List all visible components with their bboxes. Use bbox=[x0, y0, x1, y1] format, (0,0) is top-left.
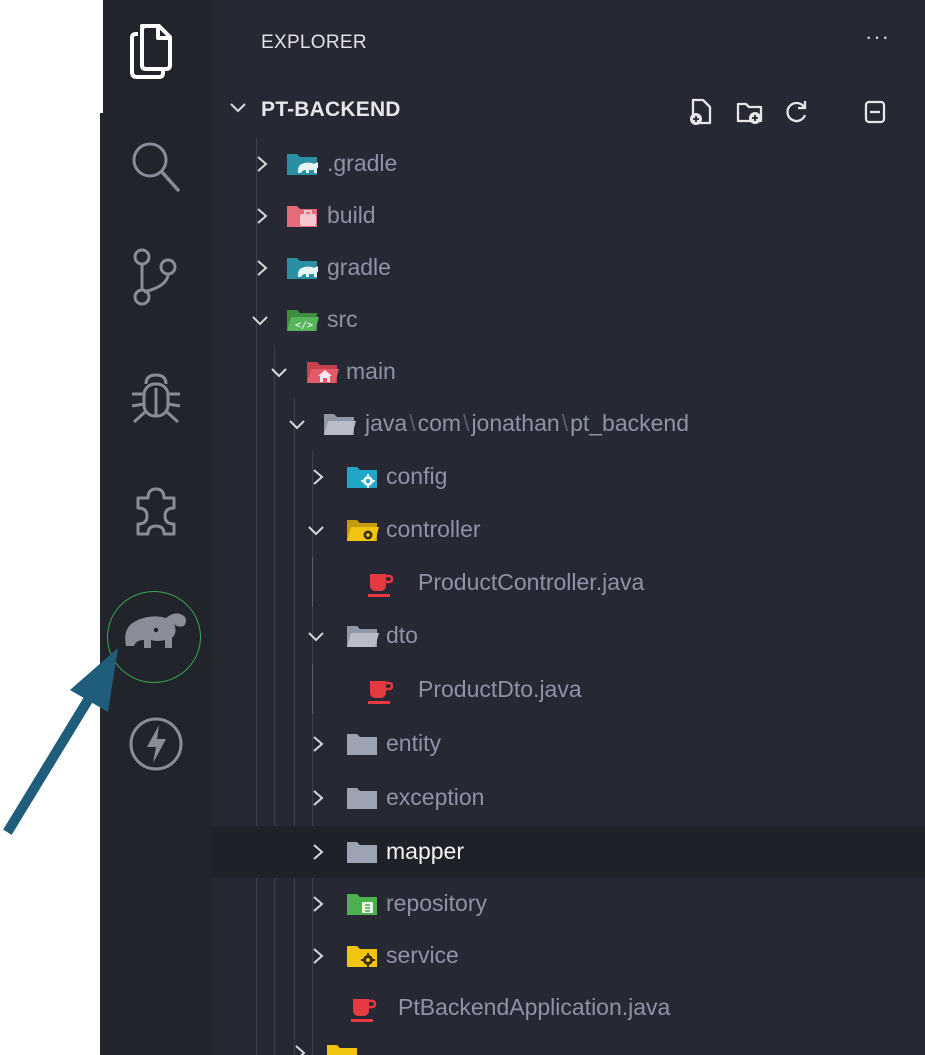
tree-item-repository[interactable]: repository bbox=[213, 878, 925, 930]
path-separator: \ bbox=[463, 410, 470, 436]
build-folder-icon bbox=[287, 206, 317, 227]
source-control-icon[interactable] bbox=[128, 245, 184, 311]
path-segment: pt_backend bbox=[570, 410, 690, 436]
java-icon bbox=[368, 574, 394, 597]
tree-item-service[interactable]: service bbox=[213, 930, 925, 982]
service-folder-icon bbox=[347, 946, 377, 967]
chevron-right-icon[interactable] bbox=[311, 735, 325, 753]
folder-icon bbox=[327, 1045, 357, 1055]
chevron-right-icon[interactable] bbox=[293, 1044, 307, 1055]
files-icon[interactable] bbox=[128, 20, 180, 82]
tree-item-gradle-cache[interactable]: .gradle bbox=[213, 138, 925, 190]
svg-text:</>: </> bbox=[295, 320, 313, 331]
chevron-right-icon[interactable] bbox=[255, 155, 269, 173]
tree-item-label: config bbox=[386, 463, 448, 489]
tree-item-config[interactable]: config bbox=[213, 451, 925, 503]
gradle-folder-icon bbox=[287, 258, 318, 279]
path-separator: \ bbox=[561, 410, 569, 436]
chevron-right-icon[interactable] bbox=[255, 207, 269, 225]
chevron-right-icon[interactable] bbox=[311, 947, 325, 965]
tree-item-controller[interactable]: controller bbox=[213, 504, 925, 556]
extensions-icon[interactable] bbox=[128, 484, 184, 540]
java-icon bbox=[368, 681, 394, 704]
tree-item-label: java\com\jonathan\pt_backend bbox=[365, 410, 689, 437]
chevron-right-icon[interactable] bbox=[311, 789, 325, 807]
chevron-down-icon[interactable] bbox=[251, 314, 269, 328]
folder-open-icon bbox=[347, 626, 379, 647]
tree-item-main[interactable]: main bbox=[213, 346, 925, 398]
chevron-right-icon[interactable] bbox=[311, 468, 325, 486]
src-folder-icon: </> bbox=[287, 310, 319, 331]
tree-item-build[interactable]: build bbox=[213, 190, 925, 242]
chevron-right-icon[interactable] bbox=[311, 895, 325, 913]
controller-folder-icon bbox=[347, 520, 379, 541]
tree-item-productcontroller[interactable]: ProductController.java bbox=[213, 557, 925, 609]
tree-item-label: src bbox=[327, 306, 358, 332]
path-segment: jonathan bbox=[471, 410, 560, 436]
home-folder-icon bbox=[307, 362, 339, 383]
tree-item-exception[interactable]: exception bbox=[213, 772, 925, 824]
chevron-down-icon[interactable] bbox=[307, 630, 325, 644]
tree-item-mapper[interactable]: mapper bbox=[213, 826, 925, 878]
tree-item-entity[interactable]: entity bbox=[213, 718, 925, 770]
chevron-down-icon[interactable] bbox=[288, 418, 306, 432]
tree-item-java-package[interactable]: java\com\jonathan\pt_backend bbox=[213, 398, 925, 450]
folder-open-icon bbox=[324, 414, 356, 435]
repository-folder-icon bbox=[347, 894, 377, 915]
java-icon bbox=[351, 999, 377, 1022]
new-file-icon[interactable] bbox=[688, 97, 714, 127]
tree-item-label: entity bbox=[386, 730, 441, 756]
path-segment: java bbox=[365, 410, 408, 436]
config-folder-icon bbox=[347, 467, 377, 488]
path-segment: com bbox=[417, 410, 462, 436]
bug-icon[interactable] bbox=[128, 370, 184, 428]
tree-item-label: .gradle bbox=[327, 150, 398, 176]
refresh-icon[interactable] bbox=[782, 97, 810, 127]
collapse-all-icon[interactable] bbox=[862, 97, 888, 127]
search-icon[interactable] bbox=[128, 138, 184, 194]
tree-item-label: mapper bbox=[386, 838, 464, 864]
tree-item-gradle[interactable]: gradle bbox=[213, 242, 925, 294]
tree-item-label: controller bbox=[386, 516, 481, 542]
tree-item-label: build bbox=[327, 202, 376, 228]
tree-item-dto[interactable]: dto bbox=[213, 610, 925, 662]
tree-item-label: ProductController.java bbox=[418, 569, 645, 595]
tree-item-partial[interactable] bbox=[213, 1036, 925, 1055]
tree-item-src[interactable]: </> src bbox=[213, 294, 925, 346]
project-name: PT-BACKEND bbox=[261, 98, 401, 121]
tree-item-label: repository bbox=[386, 890, 487, 916]
tree-item-productdto[interactable]: ProductDto.java bbox=[213, 664, 925, 716]
panel-title: EXPLORER bbox=[261, 32, 367, 53]
tree-item-label: PtBackendApplication.java bbox=[398, 994, 671, 1020]
arrow-icon bbox=[3, 648, 118, 835]
tree-item-label: gradle bbox=[327, 254, 391, 280]
tree-item-label: exception bbox=[386, 784, 485, 810]
chevron-down-icon[interactable] bbox=[270, 366, 288, 380]
chevron-down-icon[interactable] bbox=[307, 524, 325, 538]
path-separator: \ bbox=[409, 410, 416, 436]
more-actions-button[interactable]: ··· bbox=[865, 24, 890, 50]
chevron-down-icon[interactable] bbox=[229, 101, 247, 115]
folder-icon bbox=[347, 734, 377, 755]
chevron-right-icon[interactable] bbox=[255, 259, 269, 277]
folder-icon bbox=[347, 788, 377, 809]
lightning-icon[interactable] bbox=[127, 715, 185, 773]
tree-item-label: service bbox=[386, 942, 459, 968]
chevron-right-icon[interactable] bbox=[311, 843, 325, 861]
tree-item-label: dto bbox=[386, 622, 418, 648]
tree-item-label: main bbox=[346, 358, 396, 384]
gradle-folder-icon bbox=[287, 154, 318, 175]
tree-item-ptbackendapplication[interactable]: PtBackendApplication.java bbox=[213, 982, 925, 1034]
tree-item-label: ProductDto.java bbox=[418, 676, 582, 702]
folder-icon bbox=[347, 842, 377, 863]
new-folder-icon[interactable] bbox=[735, 97, 765, 127]
